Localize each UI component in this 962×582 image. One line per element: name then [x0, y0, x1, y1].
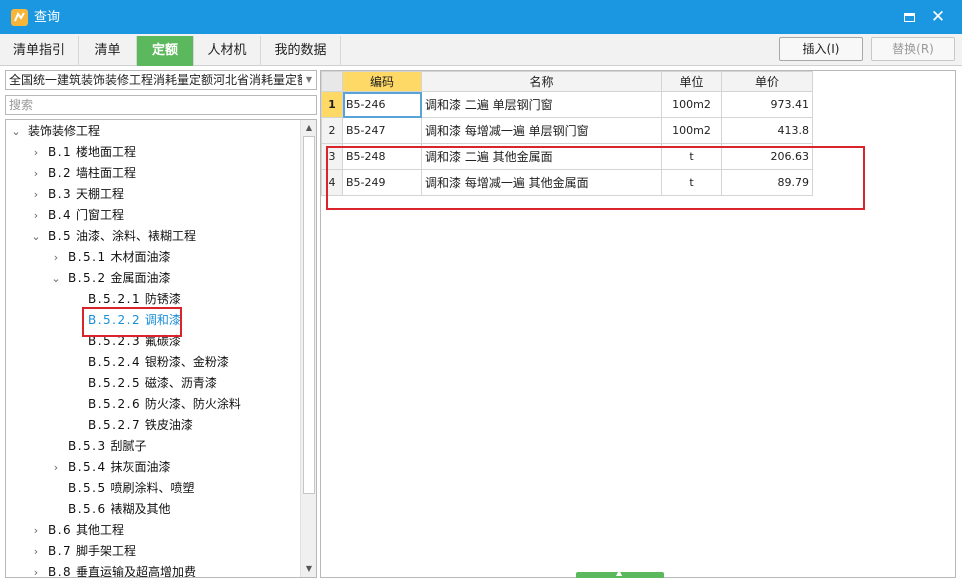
cell-price[interactable]: 413.8: [721, 117, 813, 144]
tree-node[interactable]: B.5.2.7 铁皮油漆: [88, 415, 193, 436]
tree-node[interactable]: › B.7 脚手架工程: [30, 541, 136, 562]
cell-unit[interactable]: 100m2: [661, 91, 722, 118]
tree-scrollbar[interactable]: ▲ ▼: [300, 120, 316, 577]
grid-corner: [321, 71, 343, 92]
tree-node[interactable]: B.5.3 刮腻子: [68, 436, 146, 457]
column-header-name[interactable]: 名称: [421, 71, 662, 92]
tab-bar: 清单指引 清单 定额 人材机 我的数据 插入(I) 替换(R): [0, 34, 962, 66]
column-header-code[interactable]: 编码: [342, 71, 422, 92]
scroll-up-icon[interactable]: ▲: [301, 120, 316, 136]
tree-node[interactable]: › B.5.1 木材面油漆: [50, 247, 171, 268]
library-select[interactable]: 全国统一建筑装饰装修工程消耗量定额河北省消耗量定额(2012) ▼: [5, 70, 317, 90]
cell-name[interactable]: 调和漆 二遍 单层钢门窗: [421, 91, 662, 118]
tree-node[interactable]: › B.4 门窗工程: [30, 205, 124, 226]
tree-node[interactable]: › B.8 垂直运输及超高增加费: [30, 562, 196, 577]
table-row[interactable]: 1 B5-246 调和漆 二遍 单层钢门窗 100m2 973.41: [321, 91, 813, 118]
close-icon[interactable]: ✕: [928, 7, 948, 27]
tree-node[interactable]: › B.1 楼地面工程: [30, 142, 136, 163]
app-logo-icon: [11, 9, 28, 26]
column-header-unit[interactable]: 单位: [661, 71, 722, 92]
tab-bill-guide[interactable]: 清单指引: [0, 36, 79, 66]
tab-labor-material-machine[interactable]: 人材机: [194, 36, 261, 66]
tab-my-data[interactable]: 我的数据: [261, 36, 341, 66]
scroll-down-icon[interactable]: ▼: [301, 561, 316, 577]
tree-node[interactable]: B.5.5 喷刷涂料、喷塑: [68, 478, 194, 499]
tree-node[interactable]: ⌄ B.5.2 金属面油漆: [50, 268, 170, 289]
window-title: 查询: [34, 10, 61, 25]
chevron-right-icon[interactable]: ›: [50, 457, 62, 478]
replace-button[interactable]: 替换(R): [871, 37, 955, 61]
tree-node[interactable]: B.5.2.4 银粉漆、金粉漆: [88, 352, 229, 373]
chevron-right-icon[interactable]: ›: [30, 142, 42, 163]
highlight-box-tree: [82, 307, 182, 337]
tree-node[interactable]: B.5.2.5 磁漆、沥青漆: [88, 373, 217, 394]
chevron-right-icon[interactable]: ›: [30, 163, 42, 184]
title-bar: 查询 ✕: [0, 0, 962, 34]
cell-name[interactable]: 调和漆 每增减一遍 单层钢门窗: [421, 117, 662, 144]
tree-node[interactable]: ⌄ B.5 油漆、涂料、裱糊工程: [30, 226, 196, 247]
chevron-up-icon: ▲: [616, 568, 623, 577]
tree-node[interactable]: › B.6 其他工程: [30, 520, 124, 541]
tab-bill[interactable]: 清单: [79, 36, 137, 66]
cell-code[interactable]: B5-247: [342, 117, 422, 144]
chevron-down-icon[interactable]: ⌄: [30, 226, 42, 247]
highlight-box-grid: [326, 146, 865, 210]
tree-node[interactable]: › B.3 天棚工程: [30, 184, 124, 205]
cell-code[interactable]: B5-246: [342, 91, 422, 118]
chevron-down-icon[interactable]: ⌄: [50, 268, 62, 289]
column-header-price[interactable]: 单价: [721, 71, 813, 92]
cell-price[interactable]: 973.41: [721, 91, 813, 118]
insert-button[interactable]: 插入(I): [779, 37, 863, 61]
library-select-value: 全国统一建筑装饰装修工程消耗量定额河北省消耗量定额(2012): [9, 73, 317, 87]
search-input[interactable]: 搜索: [5, 95, 317, 115]
row-number: 1: [321, 91, 343, 118]
table-row[interactable]: 2 B5-247 调和漆 每增减一遍 单层钢门窗 100m2 413.8: [321, 117, 813, 144]
chevron-right-icon[interactable]: ›: [30, 205, 42, 226]
chevron-down-icon[interactable]: ⌄: [10, 121, 22, 142]
chevron-right-icon[interactable]: ›: [50, 247, 62, 268]
category-tree: ⌄ 装饰装修工程 › B.1 楼地面工程 › B.2 墙柱面工程 › B.3 天…: [5, 119, 317, 578]
tab-quota[interactable]: 定额: [137, 36, 194, 66]
scrollbar-thumb[interactable]: [303, 136, 315, 494]
chevron-right-icon[interactable]: ›: [30, 541, 42, 562]
tree-node[interactable]: › B.5.4 抹灰面油漆: [50, 457, 171, 478]
cell-unit[interactable]: 100m2: [661, 117, 722, 144]
tree-node[interactable]: › B.2 墙柱面工程: [30, 163, 136, 184]
chevron-down-icon[interactable]: ▼: [302, 71, 316, 89]
row-number: 2: [321, 117, 343, 144]
chevron-right-icon[interactable]: ›: [30, 184, 42, 205]
tree-node[interactable]: B.5.6 裱糊及其他: [68, 499, 170, 520]
chevron-right-icon[interactable]: ›: [30, 520, 42, 541]
tree-node[interactable]: B.5.2.6 防火漆、防火涂料: [88, 394, 241, 415]
tree-node[interactable]: ⌄ 装饰装修工程: [10, 121, 100, 142]
maximize-icon[interactable]: [899, 7, 919, 27]
chevron-right-icon[interactable]: ›: [30, 562, 42, 577]
panel-resize-handle[interactable]: ▲: [576, 568, 664, 578]
